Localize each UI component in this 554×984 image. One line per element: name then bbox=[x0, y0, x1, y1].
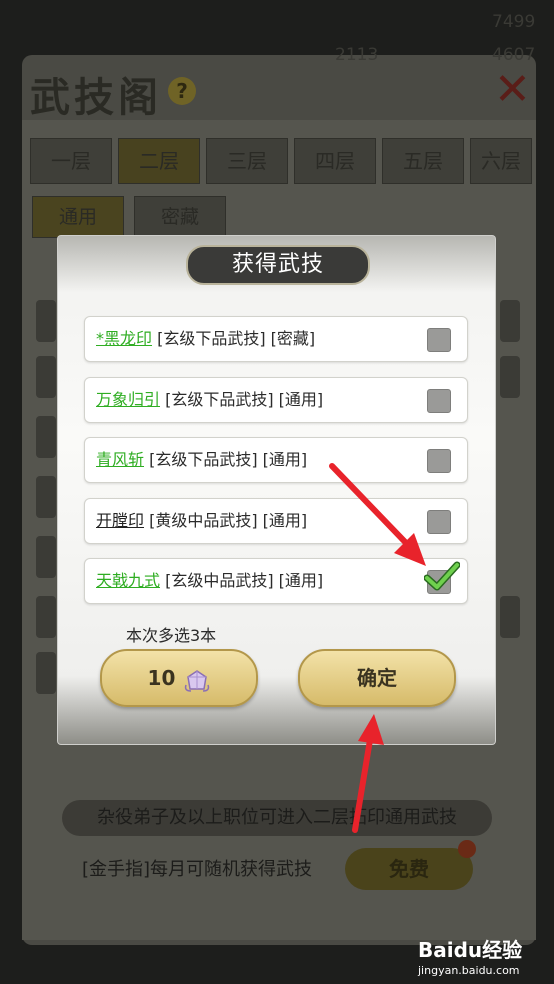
tab-floor-3[interactable]: 三层 bbox=[206, 138, 288, 184]
list-item bbox=[36, 356, 56, 398]
cost-value: 10 bbox=[147, 666, 176, 690]
tab-floor-2[interactable]: 二层 bbox=[118, 138, 200, 184]
watermark-url: jingyan.baidu.com bbox=[418, 964, 520, 977]
skill-desc: [玄级中品武技] [通用] bbox=[160, 571, 324, 590]
list-item bbox=[500, 596, 520, 638]
skill-text: 青风斩 [玄级下品武技] [通用] bbox=[96, 438, 307, 482]
floor-tabs: 一层 二层 三层 四层 五层 六层 bbox=[30, 138, 532, 184]
screen-title: 武技阁 bbox=[30, 74, 162, 121]
skill-text: 天戟九式 [玄级中品武技] [通用] bbox=[96, 559, 323, 603]
resource-counter: 2113 bbox=[335, 45, 379, 65]
skill-text: *黑龙印 [玄级下品武技] [密藏] bbox=[96, 317, 315, 361]
skill-name[interactable]: 天戟九式 bbox=[96, 571, 160, 590]
tab-floor-5[interactable]: 五层 bbox=[382, 138, 464, 184]
skill-checkbox[interactable] bbox=[427, 449, 451, 473]
notice-banner: 杂役弟子及以上职位可进入二层拓印通用武技 bbox=[62, 800, 492, 836]
notification-dot bbox=[458, 840, 476, 858]
monthly-info: [金手指]每月可随机获得武技 bbox=[82, 859, 313, 880]
list-item bbox=[500, 300, 520, 342]
skill-option[interactable]: 万象归引 [玄级下品武技] [通用] bbox=[84, 377, 468, 423]
skill-checkbox[interactable] bbox=[427, 510, 451, 534]
confirm-label: 确定 bbox=[357, 666, 397, 690]
free-button[interactable]: 免费 bbox=[345, 848, 473, 890]
skill-option[interactable]: *黑龙印 [玄级下品武技] [密藏] bbox=[84, 316, 468, 362]
tab-general[interactable]: 通用 bbox=[32, 196, 124, 238]
skill-option[interactable]: 开膛印 [黄级中品武技] [通用] bbox=[84, 498, 468, 544]
skill-desc: [玄级下品武技] [密藏] bbox=[152, 329, 316, 348]
spend-gems-button[interactable]: 10 bbox=[100, 649, 258, 707]
watermark-logo: Baidu经验 bbox=[418, 938, 523, 962]
list-item bbox=[36, 596, 56, 638]
skill-checkbox[interactable] bbox=[427, 389, 451, 413]
tab-secret[interactable]: 密藏 bbox=[134, 196, 226, 238]
list-item bbox=[36, 476, 56, 518]
skill-name[interactable]: *黑龙印 bbox=[96, 329, 152, 348]
close-icon[interactable]: ✕ bbox=[494, 64, 531, 115]
category-tabs: 通用 密藏 bbox=[32, 196, 226, 238]
tab-floor-6[interactable]: 六层 bbox=[470, 138, 532, 184]
skill-checkbox[interactable] bbox=[427, 328, 451, 352]
spirit-gem-icon bbox=[185, 669, 210, 692]
list-item bbox=[36, 300, 56, 342]
skill-desc: [玄级下品武技] [通用] bbox=[144, 450, 308, 469]
skill-text: 开膛印 [黄级中品武技] [通用] bbox=[96, 499, 307, 543]
skill-name[interactable]: 开膛印 bbox=[96, 511, 144, 530]
list-item bbox=[36, 416, 56, 458]
skill-option[interactable]: 天戟九式 [玄级中品武技] [通用] bbox=[84, 558, 468, 604]
list-item bbox=[36, 536, 56, 578]
skill-text: 万象归引 [玄级下品武技] [通用] bbox=[96, 378, 323, 422]
list-item bbox=[36, 652, 56, 694]
tab-floor-4[interactable]: 四层 bbox=[294, 138, 376, 184]
skill-checkbox-checked[interactable] bbox=[424, 561, 460, 594]
baidu-jingyan-watermark: Baidu经验 jingyan.baidu.com bbox=[418, 934, 522, 977]
checkmark-icon bbox=[424, 561, 460, 591]
confirm-button[interactable]: 确定 bbox=[298, 649, 456, 707]
tab-floor-1[interactable]: 一层 bbox=[30, 138, 112, 184]
skill-option[interactable]: 青风斩 [玄级下品武技] [通用] bbox=[84, 437, 468, 483]
dialog-title: 获得武技 bbox=[186, 245, 370, 285]
acquire-skill-dialog: 获得武技 *黑龙印 [玄级下品武技] [密藏] 万象归引 [玄级下品武技] [通… bbox=[58, 236, 495, 744]
skill-desc: [玄级下品武技] [通用] bbox=[160, 390, 324, 409]
skill-desc: [黄级中品武技] [通用] bbox=[144, 511, 308, 530]
skill-name[interactable]: 万象归引 bbox=[96, 390, 160, 409]
skill-name[interactable]: 青风斩 bbox=[96, 450, 144, 469]
resource-counter: 7499 bbox=[492, 12, 536, 32]
resource-counter: 4607 bbox=[492, 45, 536, 65]
help-icon[interactable]: ? bbox=[168, 77, 196, 105]
list-item bbox=[500, 356, 520, 398]
selection-hint: 本次多选3本 bbox=[126, 626, 217, 645]
